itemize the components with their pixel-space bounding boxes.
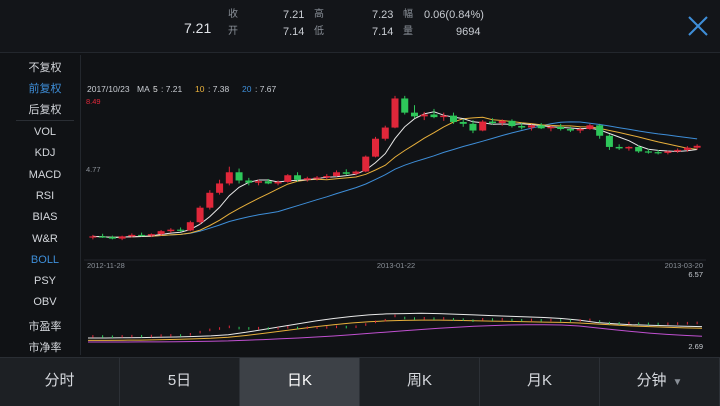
- candle-body: [264, 181, 272, 184]
- candle-body: [99, 236, 107, 238]
- candle-body: [644, 151, 652, 153]
- candle-body: [605, 135, 613, 147]
- candle-body: [167, 229, 175, 232]
- tab-label: 分钟: [636, 372, 667, 389]
- candle-body: [186, 222, 194, 231]
- candle-body: [430, 114, 438, 118]
- candle-body: [323, 176, 331, 178]
- candle-body: [342, 172, 350, 174]
- candle-body: [391, 98, 399, 128]
- chart-date: 2017/10/23: [87, 84, 130, 94]
- candle-body: [518, 126, 526, 128]
- candle-body: [294, 175, 302, 180]
- candle-body: [683, 147, 691, 150]
- xtick-end: 2013-03-20: [665, 261, 703, 270]
- candle-body: [177, 229, 185, 231]
- xtick-start: 2012-11-28: [87, 261, 125, 270]
- ma5-legend-label: 5: [153, 84, 158, 94]
- tab-2[interactable]: 日K: [240, 358, 360, 406]
- ma5-line: [92, 111, 698, 238]
- tab-0[interactable]: 分时: [0, 358, 120, 406]
- ma10-legend-label: 10: [195, 84, 205, 94]
- candle-body: [488, 121, 496, 124]
- candle-body: [635, 146, 643, 152]
- candle-body: [576, 129, 584, 131]
- candle-body: [410, 112, 419, 117]
- candle-body: [235, 172, 243, 181]
- candle-body: [371, 138, 380, 157]
- candle-body: [469, 123, 477, 131]
- candle-body: [108, 237, 116, 239]
- candle-body: [401, 98, 409, 113]
- candle-body: [333, 172, 341, 176]
- candle-body: [420, 114, 428, 117]
- tab-label: 周K: [406, 372, 432, 389]
- xtick-mid: 2013-01-22: [377, 261, 415, 270]
- candle-body: [479, 121, 487, 131]
- candle-body: [693, 145, 701, 148]
- candle-body: [625, 146, 633, 149]
- candle-body: [498, 120, 506, 124]
- ytick-high: 8.49: [86, 97, 101, 106]
- candle-body: [206, 192, 214, 208]
- chevron-down-icon: ▼: [672, 377, 683, 388]
- candle-body: [586, 125, 594, 130]
- candle-body: [557, 126, 565, 130]
- kline-chart[interactable]: 2017/10/23 MA 5: 7.21 10: 7.38 20: 7.67 8.49 4…: [0, 0, 720, 357]
- candle-body: [537, 125, 545, 129]
- candle-body: [381, 127, 389, 139]
- ytick-low: 4.77: [86, 165, 101, 174]
- candle-body: [674, 149, 682, 152]
- candle-body: [303, 178, 311, 180]
- candle-body: [89, 236, 97, 238]
- candle-body: [274, 181, 282, 184]
- candle-body: [362, 156, 370, 172]
- candle-body: [216, 183, 224, 193]
- candle-body: [615, 146, 623, 149]
- candle-body: [245, 180, 253, 183]
- tab-3[interactable]: 周K: [360, 358, 480, 406]
- tab-label: 5日: [167, 372, 192, 389]
- candle-body: [147, 234, 155, 236]
- tab-5[interactable]: 分钟 ▼: [600, 358, 720, 406]
- candle-body: [527, 125, 535, 128]
- ma10-line: [92, 116, 698, 238]
- ma20-legend-value: : 7.67: [255, 84, 277, 94]
- candle-body: [566, 129, 574, 131]
- candle-body: [138, 234, 146, 237]
- tab-label: 月K: [526, 372, 552, 389]
- tab-1[interactable]: 5日: [120, 358, 240, 406]
- candle-body: [440, 115, 448, 118]
- tab-label: 日K: [286, 372, 312, 389]
- tab-4[interactable]: 月K: [480, 358, 600, 406]
- candle-body: [352, 171, 360, 174]
- candle-body: [459, 121, 467, 124]
- candle-body: [196, 207, 204, 223]
- candle-body: [664, 151, 672, 153]
- candle-body: [596, 125, 604, 136]
- ma5-legend-value: : 7.21: [161, 84, 183, 94]
- candle-body: [313, 177, 321, 179]
- candle-body: [547, 126, 555, 129]
- candle-body: [508, 120, 516, 127]
- ma20-legend-label: 20: [242, 84, 252, 94]
- candle-body: [449, 115, 457, 122]
- candle-body: [128, 234, 136, 237]
- tab-label: 分时: [44, 372, 75, 389]
- period-tabs: 分时 5日 日K 周K 月K 分钟 ▼: [0, 357, 720, 406]
- ma-label: MA: [137, 84, 150, 94]
- candle-body: [118, 236, 126, 239]
- candle-body: [255, 181, 263, 183]
- candle-body: [157, 231, 165, 235]
- candle-body: [284, 175, 292, 182]
- ma10-legend-value: : 7.38: [208, 84, 230, 94]
- candle-body: [225, 172, 233, 184]
- sub-ytick-low: 2.69: [688, 342, 703, 351]
- candle-body: [654, 152, 662, 154]
- sub-ytick-high: 6.57: [688, 270, 703, 279]
